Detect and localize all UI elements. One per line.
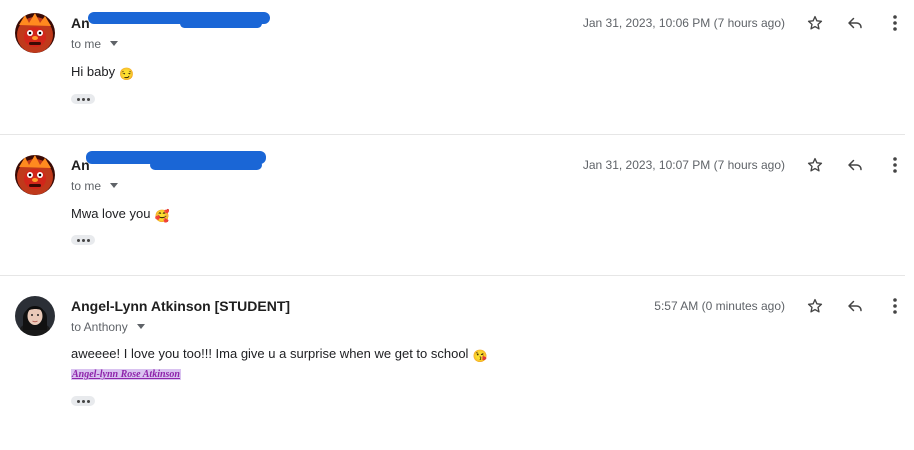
message-body-text: Mwa love you (71, 206, 151, 221)
message-body: aweeee! I love you too!!! Ima give u a s… (71, 346, 488, 363)
recipient-dropdown[interactable]: to Anthony (71, 320, 145, 334)
email-message-1: An to me Jan 31, 2023, 10:06 PM (7 hours… (0, 0, 914, 134)
reply-icon[interactable] (845, 296, 865, 316)
message-body: Mwa love you 🥰 (71, 206, 170, 223)
message-body-text: Hi baby (71, 64, 116, 79)
sender-avatar[interactable] (15, 155, 55, 195)
sender-avatar[interactable] (15, 13, 55, 53)
recipient-label: to me (71, 179, 102, 193)
reply-icon[interactable] (845, 155, 865, 175)
recipient-dropdown[interactable]: to me (71, 37, 119, 51)
more-vert-icon[interactable] (885, 13, 905, 33)
sender-redaction (150, 160, 262, 170)
show-trimmed-content-button[interactable] (71, 94, 95, 104)
recipient-dropdown[interactable]: to me (71, 179, 119, 193)
smirk-emoji: 😏 (119, 67, 135, 81)
star-icon[interactable] (805, 155, 825, 175)
sender-avatar[interactable] (15, 296, 55, 336)
more-vert-icon[interactable] (885, 296, 905, 316)
message-date[interactable]: 5:57 AM (0 minutes ago) (654, 299, 785, 313)
kissing-emoji: 😘 (472, 349, 488, 363)
message-date[interactable]: Jan 31, 2023, 10:07 PM (7 hours ago) (583, 158, 785, 172)
smiling-hearts-emoji: 🥰 (154, 209, 170, 223)
star-icon[interactable] (805, 296, 825, 316)
show-trimmed-content-button[interactable] (71, 235, 95, 245)
message-body: Hi baby 😏 (71, 64, 135, 81)
email-message-3: Angel-Lynn Atkinson [STUDENT] to Anthony… (0, 283, 914, 450)
chevron-down-icon (110, 183, 119, 188)
recipient-label: to Anthony (71, 320, 128, 334)
message-divider (0, 275, 905, 276)
show-trimmed-content-button[interactable] (71, 396, 95, 406)
chevron-down-icon (110, 41, 119, 46)
message-body-text: aweeee! I love you too!!! Ima give u a s… (71, 346, 469, 361)
signature-link[interactable]: Angel-lynn Rose Atkinson (71, 369, 181, 380)
star-icon[interactable] (805, 13, 825, 33)
sender-redaction (180, 19, 262, 28)
sender-name[interactable]: An (71, 15, 90, 31)
email-message-2: An to me Jan 31, 2023, 10:07 PM (7 hours… (0, 142, 914, 275)
recipient-label: to me (71, 37, 102, 51)
reply-icon[interactable] (845, 13, 865, 33)
message-date[interactable]: Jan 31, 2023, 10:06 PM (7 hours ago) (583, 16, 785, 30)
message-divider (0, 134, 905, 135)
more-vert-icon[interactable] (885, 155, 905, 175)
sender-name[interactable]: Angel-Lynn Atkinson [STUDENT] (71, 298, 290, 314)
chevron-down-icon (136, 324, 145, 329)
